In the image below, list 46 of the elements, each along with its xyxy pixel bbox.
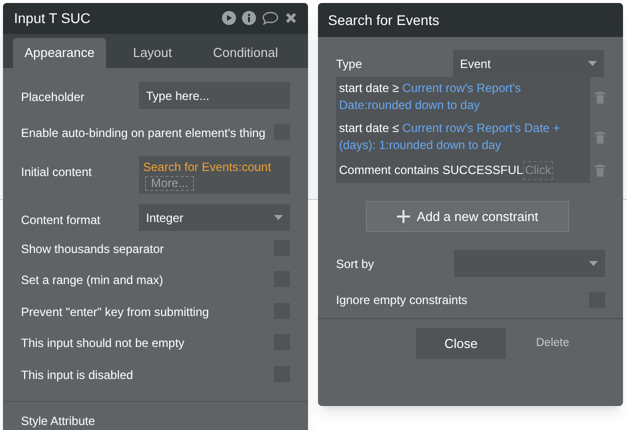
trash-icon[interactable] bbox=[594, 130, 605, 144]
add-constraint-button[interactable]: Add a new constraint bbox=[366, 201, 569, 232]
checkbox-label: This input should not be empty bbox=[21, 335, 184, 352]
checkbox-label: Enable auto-binding on parent element's thing bbox=[21, 125, 266, 142]
panel-title: Input T SUC bbox=[14, 8, 92, 28]
checkbox-label: This input is disabled bbox=[21, 366, 134, 384]
tab[interactable]: Appearance bbox=[13, 38, 106, 68]
constraint-text: Comment contains SUCCESSFUL bbox=[339, 162, 524, 178]
constraint-field[interactable]: start date ≥ Current row's Report's Date:rounded down to day bbox=[336, 77, 590, 117]
tab[interactable]: Conditional bbox=[199, 38, 292, 68]
text-field[interactable]: Type here... bbox=[139, 82, 290, 110]
constraint-field[interactable]: Comment contains SUCCESSFUL Click bbox=[336, 157, 590, 183]
dropdown-value: Integer bbox=[146, 210, 184, 227]
checkbox-label: Prevent "enter" key from submitting bbox=[21, 304, 209, 321]
checkbox-label: Set a range (min and max) bbox=[21, 272, 164, 290]
comment-icon[interactable] bbox=[262, 11, 279, 26]
trash-icon[interactable] bbox=[594, 90, 605, 104]
field-label: Type bbox=[336, 56, 362, 72]
info-icon[interactable] bbox=[242, 11, 256, 26]
panel-title: Search for Events bbox=[328, 10, 440, 30]
caret-icon bbox=[589, 261, 598, 266]
constraint-text: start date ≥ Current row's Report's Date:rounded down to day bbox=[339, 81, 521, 112]
dropdown[interactable]: Event bbox=[453, 50, 604, 77]
expression-field[interactable]: Search for Events:count More... bbox=[139, 156, 290, 194]
dropdown[interactable] bbox=[454, 250, 605, 277]
field-label: Sort by bbox=[336, 256, 374, 272]
plus-icon bbox=[396, 210, 410, 223]
tab[interactable]: Layout bbox=[106, 38, 199, 68]
close-icon[interactable] bbox=[285, 12, 297, 24]
field-label: Placeholder bbox=[21, 89, 84, 106]
delete-button[interactable]: Delete bbox=[536, 334, 570, 352]
field-label: Initial content bbox=[21, 164, 92, 182]
close-button[interactable]: Close bbox=[416, 328, 506, 359]
checkbox-label: Ignore empty constraints bbox=[336, 292, 468, 309]
constraint-text: start date ≤ Current row's Report's Date +(days): 1:rounded down to day bbox=[339, 121, 560, 152]
caret-icon bbox=[588, 61, 597, 66]
caret-icon bbox=[274, 215, 283, 220]
constraint-field[interactable]: start date ≤ Current row's Report's Date +(days): 1:rounded down to day bbox=[336, 117, 590, 157]
dropdown[interactable]: Integer bbox=[139, 204, 290, 232]
expression-text: Search for Events:count bbox=[143, 159, 272, 176]
trash-icon[interactable] bbox=[594, 164, 605, 176]
field-label: Content format bbox=[21, 212, 100, 230]
checkbox-label: Show thousands separator bbox=[21, 241, 164, 258]
dropdown-value: Event bbox=[460, 56, 491, 72]
section-heading: Style Attribute bbox=[20, 413, 96, 430]
play-icon[interactable] bbox=[222, 11, 236, 26]
